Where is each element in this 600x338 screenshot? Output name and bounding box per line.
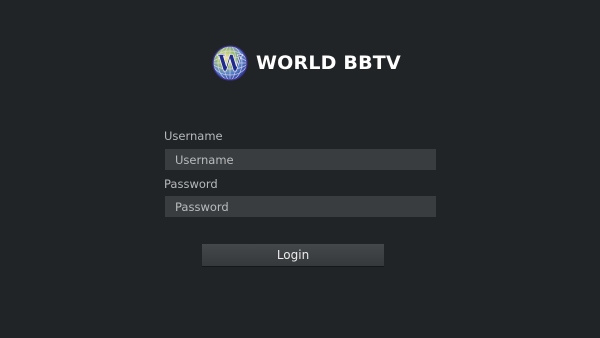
username-input[interactable]	[165, 149, 436, 170]
globe-logo-icon: W	[212, 45, 248, 81]
login-button[interactable]: Login	[202, 244, 384, 266]
brand-name: WORLD BBTV	[256, 52, 401, 74]
brand-logo: W WORLD BBTV	[212, 44, 401, 82]
logo-letter: W	[217, 51, 243, 77]
username-label: Username	[164, 129, 223, 143]
password-input[interactable]	[165, 196, 436, 217]
password-label: Password	[164, 177, 218, 191]
